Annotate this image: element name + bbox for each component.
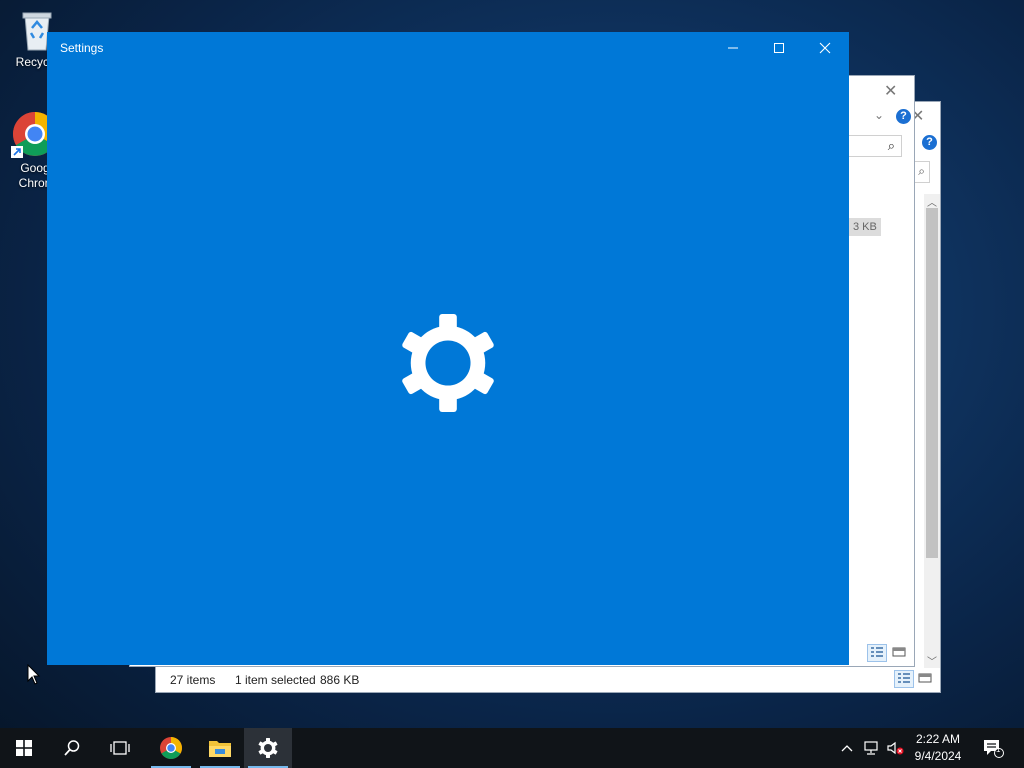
volume-muted-icon xyxy=(887,741,904,755)
details-view-button[interactable] xyxy=(867,644,887,662)
action-center-button[interactable]: 1 xyxy=(978,728,1008,768)
start-button[interactable] xyxy=(0,728,48,768)
start-icon xyxy=(16,740,32,756)
chrome-icon xyxy=(160,737,182,759)
settings-gear-icon xyxy=(258,738,278,758)
show-hidden-icons-button[interactable] xyxy=(837,728,857,768)
vertical-scrollbar[interactable]: ︿ ﹀ xyxy=(924,194,940,668)
window-title: Settings xyxy=(60,41,104,55)
mouse-cursor-icon xyxy=(27,664,41,685)
settings-window[interactable]: Settings xyxy=(47,32,849,665)
selected-count: 1 item selected xyxy=(235,673,316,687)
clock-time: 2:22 AM xyxy=(915,732,961,746)
settings-titlebar[interactable]: Settings xyxy=(47,32,849,63)
large-icons-view-button[interactable] xyxy=(890,644,910,662)
settings-gear-icon xyxy=(402,314,494,412)
scroll-down-icon[interactable]: ﹀ xyxy=(927,653,937,668)
minimize-button[interactable] xyxy=(710,32,756,63)
scrollbar-thumb[interactable] xyxy=(926,208,938,558)
maximize-icon xyxy=(774,42,784,53)
scroll-up-icon[interactable]: ︿ xyxy=(927,194,937,209)
ribbon-expand-icon[interactable]: ⌄ xyxy=(874,108,884,122)
file-size-cell: 3 KB xyxy=(849,218,881,236)
close-icon xyxy=(819,42,831,53)
taskbar: 2:22 AM 9/4/2024 1 xyxy=(0,728,1024,768)
help-icon[interactable]: ? xyxy=(922,135,937,150)
close-icon[interactable]: ✕ xyxy=(884,81,897,101)
help-icon[interactable]: ? xyxy=(896,109,911,124)
large-icons-view-icon xyxy=(918,673,932,683)
close-button[interactable] xyxy=(802,32,848,63)
large-icons-view-icon xyxy=(892,647,906,657)
task-view-button[interactable] xyxy=(96,728,144,768)
item-count: 27 items xyxy=(170,673,216,687)
file-explorer-icon xyxy=(209,741,231,757)
volume-button[interactable] xyxy=(884,728,906,768)
chevron-up-icon xyxy=(841,745,853,752)
search-icon xyxy=(64,740,80,756)
notification-count: 1 xyxy=(996,745,1001,754)
task-view-icon xyxy=(110,741,130,755)
network-button[interactable] xyxy=(859,728,883,768)
clock-date: 9/4/2024 xyxy=(914,749,962,763)
search-icon: ⌕ xyxy=(918,164,925,178)
maximize-button[interactable] xyxy=(756,32,802,63)
details-view-icon xyxy=(871,647,883,657)
minimize-icon xyxy=(728,47,738,48)
status-bar: 27 items 1 item selected 886 KB xyxy=(156,668,940,692)
selected-size: 886 KB xyxy=(320,673,360,687)
large-icons-view-button[interactable] xyxy=(916,670,936,688)
settings-taskbar-button[interactable] xyxy=(244,728,292,768)
clock[interactable]: 2:22 AM 9/4/2024 xyxy=(904,731,972,765)
network-icon xyxy=(864,741,878,755)
search-button[interactable] xyxy=(48,728,96,768)
search-icon: ⌕ xyxy=(887,138,895,153)
details-view-button[interactable] xyxy=(894,670,914,688)
file-explorer-taskbar-button[interactable] xyxy=(196,728,244,768)
details-view-icon xyxy=(898,673,910,683)
chrome-taskbar-button[interactable] xyxy=(147,728,195,768)
notifications-icon xyxy=(984,740,1004,758)
